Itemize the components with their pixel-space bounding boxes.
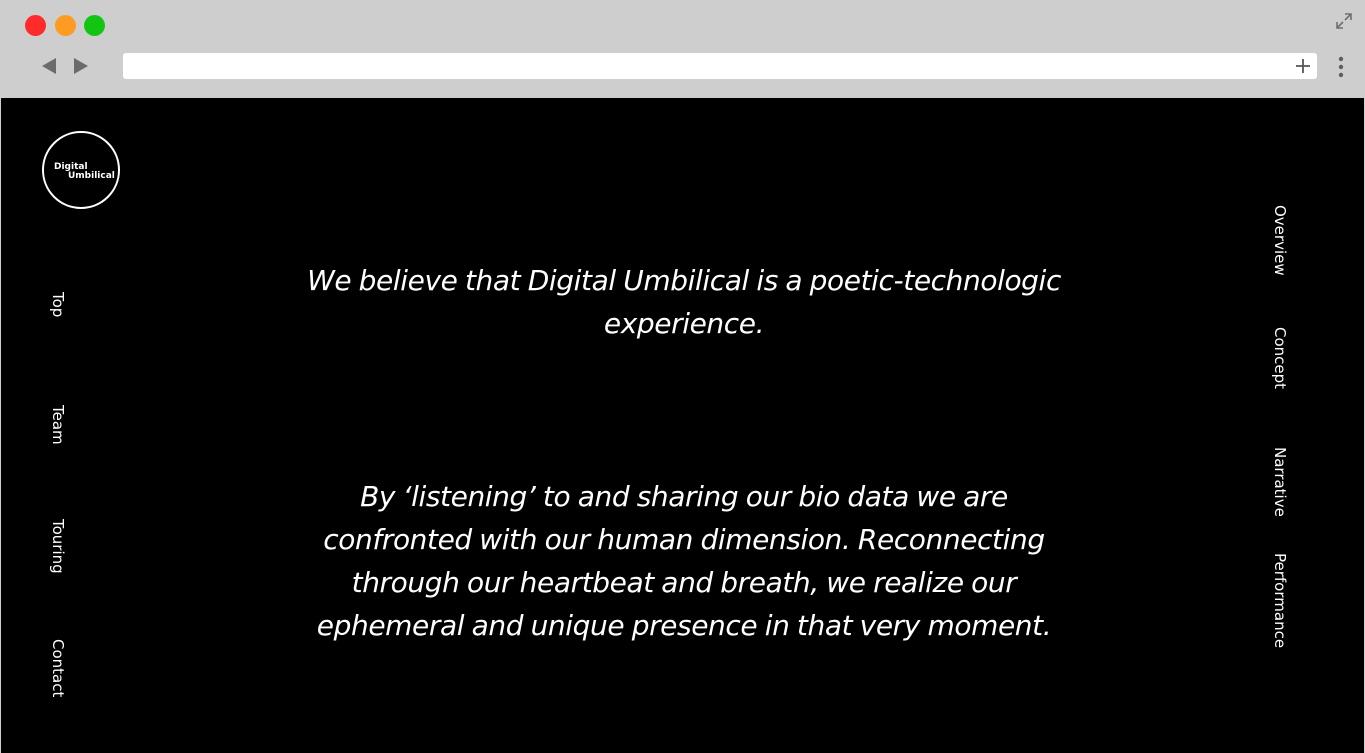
close-window-button[interactable] [25,15,46,36]
browser-window: Digital Umbilical Top Team Touring Conta… [0,0,1365,753]
nav-link-team[interactable]: Team [49,405,67,445]
statement-body: By ‘listening’ to and sharing our bio da… [316,480,1052,642]
kebab-menu-icon[interactable] [1333,55,1349,79]
forward-arrow-icon[interactable] [72,57,90,75]
back-arrow-icon[interactable] [40,57,58,75]
nav-link-top[interactable]: Top [49,292,67,317]
address-bar-input[interactable] [123,53,1317,79]
maximize-window-button[interactable] [84,15,105,36]
nav-link-concept[interactable]: Concept [1271,327,1289,389]
page-viewport: Digital Umbilical Top Team Touring Conta… [1,98,1364,753]
statement-intro: We believe that Digital Umbilical is a p… [307,264,1061,340]
nav-link-narrative[interactable]: Narrative [1271,447,1289,517]
logo-text-line-2: Umbilical [68,171,115,181]
site-logo[interactable]: Digital Umbilical [42,131,120,209]
plus-icon[interactable] [1294,57,1312,75]
nav-link-overview[interactable]: Overview [1271,205,1289,276]
expand-icon[interactable] [1335,12,1353,30]
nav-link-contact[interactable]: Contact [49,639,67,697]
nav-link-performance[interactable]: Performance [1271,553,1289,648]
browser-chrome [0,0,1365,98]
minimize-window-button[interactable] [55,15,76,36]
nav-link-touring[interactable]: Touring [49,519,67,574]
